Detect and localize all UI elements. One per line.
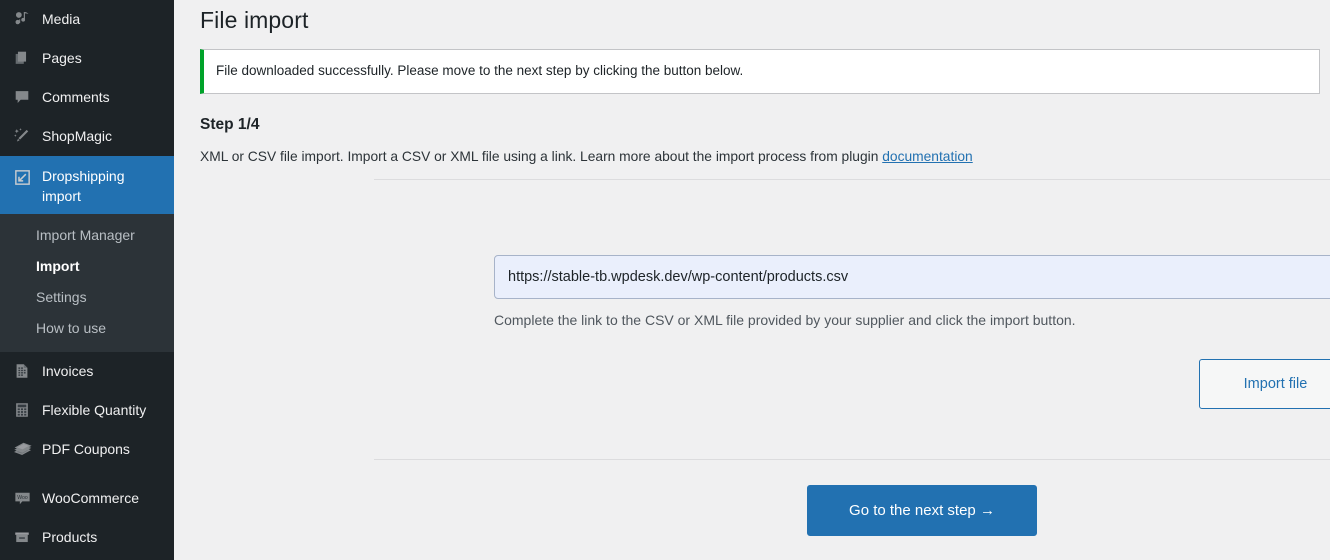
sidebar-item-label: Invoices [42, 363, 94, 379]
sidebar-item-label: Products [42, 529, 98, 545]
sidebar-item-label: ShopMagic [42, 128, 113, 144]
sidebar-item-label: Media [42, 11, 81, 27]
media-icon [8, 0, 36, 38]
documentation-link[interactable]: documentation [882, 149, 973, 164]
sidebar-item-label: PDF Coupons [42, 441, 130, 457]
divider-top [374, 179, 1330, 180]
sidebar-item-dropshipping-import[interactable]: Dropshipping import [0, 156, 182, 214]
sidebar-item-label: Dropshipping import [42, 168, 125, 204]
products-box-icon [8, 518, 36, 556]
sidebar-item-media[interactable]: Media [0, 0, 174, 39]
main-content: File import File downloaded successfully… [174, 0, 1330, 560]
sidebar-item-invoices[interactable]: Invoices [0, 352, 174, 391]
file-url-help: Complete the link to the CSV or XML file… [494, 312, 1076, 328]
admin-sidebar: Media Pages Comments ShopMagic Dropshipp… [0, 0, 182, 560]
sidebar-item-import[interactable]: Import [0, 251, 174, 282]
sidebar-item-label: Comments [42, 89, 110, 105]
sidebar-item-pdf-coupons[interactable]: PDF Coupons [0, 430, 174, 469]
comments-icon [8, 78, 36, 116]
sidebar-item-label: Flexible Quantity [42, 402, 147, 418]
woocommerce-icon: Woo [8, 479, 36, 517]
svg-text:Woo: Woo [17, 494, 28, 500]
sidebar-item-how-to-use[interactable]: How to use [0, 313, 174, 344]
step-description-text: XML or CSV file import. Import a CSV or … [200, 149, 883, 165]
sidebar-submenu: Import Manager Import Settings How to us… [0, 214, 174, 352]
import-arrow-icon [8, 156, 36, 213]
sidebar-item-label: Pages [42, 50, 82, 66]
calculator-icon [8, 391, 36, 429]
success-notice: File downloaded successfully. Please mov… [200, 48, 1320, 95]
sidebar-item-woocommerce[interactable]: Woo WooCommerce [0, 479, 174, 518]
sidebar-item-flexible-quantity[interactable]: Flexible Quantity [0, 391, 174, 430]
coupons-icon [8, 430, 36, 468]
success-notice-text: File downloaded successfully. Please mov… [216, 62, 744, 78]
sidebar-item-settings[interactable]: Settings [0, 282, 174, 313]
sidebar-item-comments[interactable]: Comments [0, 78, 174, 117]
step-heading: Step 1/4 [200, 116, 260, 134]
import-file-button[interactable]: Import file [1199, 359, 1330, 409]
magic-wand-icon [8, 117, 36, 155]
divider-bottom [374, 459, 1330, 460]
sidebar-item-import-manager[interactable]: Import Manager [0, 220, 174, 251]
sidebar-item-label: WooCommerce [42, 490, 139, 506]
admin-screen: Media Pages Comments ShopMagic Dropshipp… [0, 0, 1330, 560]
url-form-zone: Complete the link to the CSV or XML file… [494, 255, 1330, 331]
sidebar-item-pages[interactable]: Pages [0, 39, 174, 78]
page-title: File import [200, 7, 309, 33]
step-description: XML or CSV file import. Import a CSV or … [200, 147, 1330, 168]
sidebar-item-shopmagic[interactable]: ShopMagic [0, 117, 174, 156]
file-url-input[interactable] [494, 255, 1330, 299]
go-to-next-step-button[interactable]: Go to the next step → [807, 485, 1037, 536]
invoice-document-icon [8, 352, 36, 390]
sidebar-item-products[interactable]: Products [0, 518, 174, 557]
sidebar-separator [0, 469, 174, 479]
pages-icon [8, 39, 36, 77]
